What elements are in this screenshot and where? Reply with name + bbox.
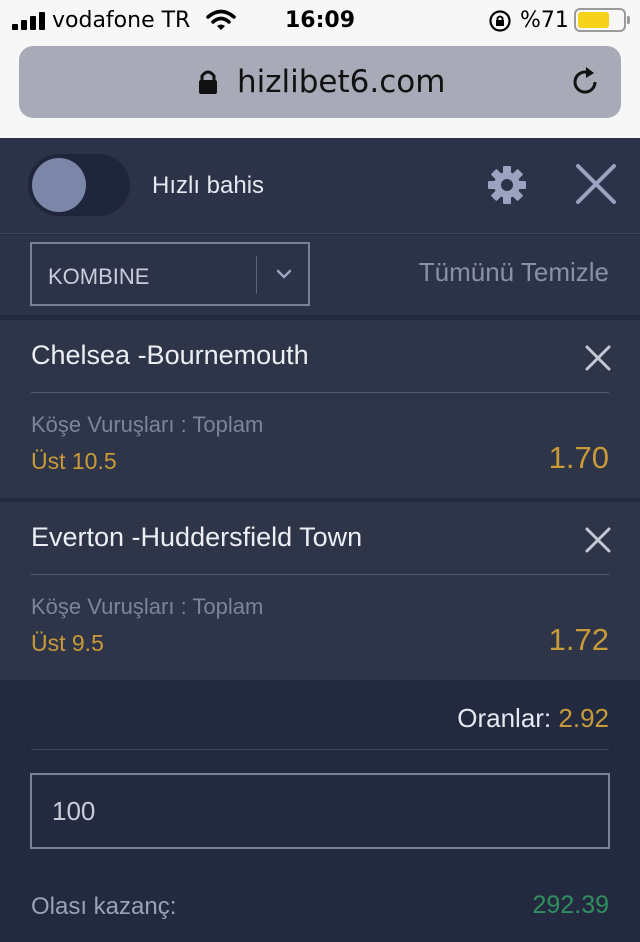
battery-level	[578, 12, 610, 28]
total-odds-label: Oranlar:	[457, 703, 552, 733]
rotation-lock-icon	[489, 10, 511, 32]
battery-percent: %71	[520, 8, 569, 33]
potential-win-value: 292.39	[532, 891, 609, 919]
odd-value: 1.72	[548, 622, 609, 657]
potential-win-label: Olası kazanç:	[31, 893, 177, 920]
odd-value: 1.70	[548, 440, 609, 475]
selection: Üst 10.5	[31, 448, 117, 474]
betslip-header: Hızlı bahis	[0, 138, 640, 234]
match-title: Chelsea -Bournemouth	[31, 340, 309, 370]
bet-card: Everton -Huddersfield Town Köşe Vuruşlar…	[0, 502, 640, 680]
selection: Üst 9.5	[31, 630, 104, 656]
toggle-knob	[32, 158, 86, 212]
quick-bet-toggle[interactable]	[28, 154, 130, 216]
url-text: hizlibet6.com	[237, 64, 446, 100]
dropdown-divider	[256, 256, 257, 294]
bet-type-dropdown[interactable]: KOMBINE	[30, 242, 310, 306]
stake-input[interactable]	[30, 773, 610, 849]
remove-bet-icon[interactable]	[584, 526, 612, 554]
bet-card: Chelsea -Bournemouth Köşe Vuruşları : To…	[0, 320, 640, 498]
reload-icon[interactable]	[567, 64, 603, 100]
lock-icon	[199, 70, 217, 94]
total-odds: Oranlar: 2.92	[457, 703, 609, 734]
gear-icon[interactable]	[486, 164, 528, 206]
clear-all-button[interactable]: Tümünü Temizle	[419, 257, 609, 288]
close-icon[interactable]	[574, 162, 618, 206]
quick-bet-label: Hızlı bahis	[152, 172, 265, 199]
chevron-down-icon	[276, 269, 292, 279]
market-name: Köşe Vuruşları : Toplam	[31, 594, 264, 619]
summary-divider	[31, 749, 609, 750]
status-bar: vodafone TR 16:09 %71	[0, 0, 640, 40]
card-divider	[31, 392, 609, 393]
market-name: Köşe Vuruşları : Toplam	[31, 412, 264, 437]
address-bar[interactable]: hizlibet6.com	[19, 46, 621, 118]
battery-icon	[574, 8, 630, 32]
bet-type-row: KOMBINE Tümünü Temizle	[0, 235, 640, 315]
card-divider	[31, 574, 609, 575]
bet-type-value: KOMBINE	[48, 264, 150, 289]
betslip-summary: Oranlar: 2.92 Olası kazanç: 292.39	[0, 683, 640, 942]
remove-bet-icon[interactable]	[584, 344, 612, 372]
browser-chrome: hizlibet6.com	[0, 40, 640, 138]
match-title: Everton -Huddersfield Town	[31, 522, 363, 552]
total-odds-value: 2.92	[558, 703, 609, 733]
